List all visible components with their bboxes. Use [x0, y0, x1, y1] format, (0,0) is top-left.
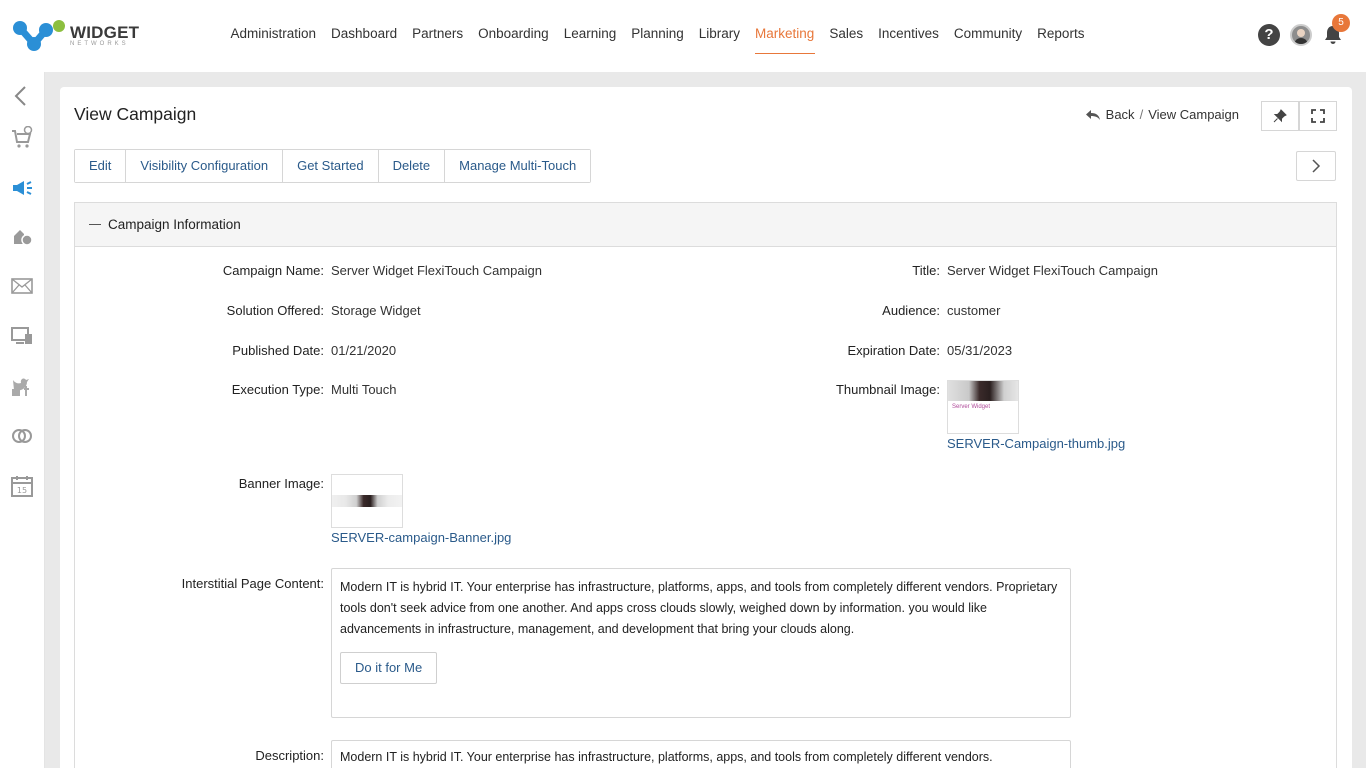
- published-label: Published Date:: [232, 343, 324, 358]
- description-text: Modern IT is hybrid IT. Your enterprise …: [340, 750, 993, 764]
- banner-label: Banner Image:: [238, 476, 324, 491]
- nav-item-partners[interactable]: Partners: [405, 0, 471, 72]
- back-link[interactable]: Back: [1106, 107, 1135, 122]
- nav-item-onboarding[interactable]: Onboarding: [471, 0, 557, 72]
- breadcrumb-separator: /: [1139, 107, 1144, 122]
- solution-label: Solution Offered:: [226, 303, 324, 318]
- description-content: Modern IT is hybrid IT. Your enterprise …: [331, 740, 1071, 768]
- devices-icon[interactable]: [10, 324, 34, 348]
- execution-label: Execution Type:: [231, 382, 324, 397]
- avatar[interactable]: [1290, 24, 1312, 46]
- expiration-value: 05/31/2023: [947, 343, 1013, 358]
- delete-button[interactable]: Delete: [378, 150, 446, 182]
- megaphone-icon[interactable]: [10, 176, 34, 200]
- main-nav: Administration Dashboard Partners Onboardin…: [223, 0, 1092, 72]
- interstitial-content: Modern IT is hybrid IT. Your enterprise …: [331, 568, 1071, 718]
- section-header[interactable]: Campaign Information: [75, 203, 1336, 247]
- link-icon[interactable]: [10, 424, 34, 448]
- campaign-info-section: Campaign Information Campaign Name: Serv…: [74, 202, 1337, 768]
- thumbnail-label: Thumbnail Image:: [835, 382, 940, 397]
- thumbnail-caption: Server Widget: [952, 404, 991, 410]
- fullscreen-icon: [1311, 109, 1325, 123]
- pin-icon: [1273, 109, 1287, 123]
- brand-name: WIDGET: [70, 23, 140, 42]
- execution-value: Multi Touch: [331, 382, 397, 397]
- manage-multi-touch-button[interactable]: Manage Multi-Touch: [445, 150, 591, 182]
- chevron-left-icon[interactable]: [10, 84, 34, 108]
- cart-add-icon[interactable]: [10, 125, 34, 150]
- nav-item-learning[interactable]: Learning: [556, 0, 624, 72]
- published-value: 01/21/2020: [331, 343, 397, 358]
- edit-button[interactable]: Edit: [75, 150, 127, 182]
- nav-item-planning[interactable]: Planning: [624, 0, 692, 72]
- top-icons: ? 5: [1258, 14, 1350, 46]
- page-title: View Campaign: [74, 104, 197, 124]
- nav-item-dashboard[interactable]: Dashboard: [324, 0, 405, 72]
- solution-value: Storage Widget: [331, 303, 421, 318]
- next-button[interactable]: [1296, 151, 1336, 181]
- left-sidebar: 15: [0, 72, 45, 768]
- reply-arrow-icon: [1085, 109, 1100, 120]
- banner-image[interactable]: [331, 474, 403, 528]
- incentive-icon[interactable]: [10, 224, 34, 248]
- social-icon[interactable]: [10, 374, 34, 398]
- thumbnail-file-link[interactable]: SERVER-Campaign-thumb.jpg: [947, 436, 1125, 451]
- nav-item-incentives[interactable]: Incentives: [871, 0, 947, 72]
- banner-file-link[interactable]: SERVER-campaign-Banner.jpg: [331, 530, 511, 545]
- nav-item-administration[interactable]: Administration: [223, 0, 324, 72]
- main-panel: View Campaign Back / View Campaign Edit V…: [60, 87, 1352, 768]
- description-label: Description:: [255, 748, 324, 763]
- audience-label: Audience:: [882, 303, 940, 318]
- calendar-icon[interactable]: 15: [10, 474, 34, 498]
- logo-mark-icon: [13, 20, 65, 51]
- pin-button[interactable]: [1261, 101, 1299, 131]
- brand-sub: NETWORKS: [70, 41, 129, 47]
- breadcrumb-current: View Campaign: [1148, 107, 1239, 122]
- collapse-icon: [89, 224, 101, 225]
- do-it-for-me-button[interactable]: Do it for Me: [340, 652, 438, 684]
- nav-item-reports[interactable]: Reports: [1030, 0, 1092, 72]
- interstitial-text: Modern IT is hybrid IT. Your enterprise …: [340, 580, 1058, 636]
- thumbnail-image[interactable]: Server Widget: [947, 380, 1019, 434]
- audience-value: customer: [947, 303, 1001, 318]
- get-started-button[interactable]: Get Started: [283, 150, 379, 182]
- nav-item-community[interactable]: Community: [946, 0, 1029, 72]
- nav-item-sales[interactable]: Sales: [822, 0, 871, 72]
- svg-text:15: 15: [17, 486, 27, 495]
- brand-logo[interactable]: WIDGET NETWORKS: [12, 18, 142, 54]
- expiration-label: Expiration Date:: [847, 343, 941, 358]
- notifications-bell[interactable]: 5: [1322, 14, 1350, 46]
- top-navbar: WIDGET NETWORKS Administration Dashboard P…: [0, 0, 1366, 72]
- fullscreen-button[interactable]: [1299, 101, 1337, 131]
- mail-icon[interactable]: [10, 274, 34, 298]
- nav-item-marketing[interactable]: Marketing: [748, 0, 822, 72]
- campaign-name-value: Server Widget FlexiTouch Campaign: [331, 263, 542, 278]
- help-icon[interactable]: ?: [1258, 24, 1280, 46]
- title-label: Title:: [912, 263, 940, 278]
- title-value: Server Widget FlexiTouch Campaign: [947, 263, 1158, 278]
- action-toolbar: Edit Visibility Configuration Get Started D…: [74, 149, 592, 183]
- notification-badge: 5: [1332, 14, 1350, 32]
- breadcrumb: Back / View Campaign: [1085, 107, 1239, 122]
- section-title: Campaign Information: [108, 217, 241, 232]
- campaign-name-label: Campaign Name:: [222, 263, 324, 278]
- interstitial-label: Interstitial Page Content:: [181, 576, 324, 591]
- nav-item-library[interactable]: Library: [691, 0, 747, 72]
- chevron-right-icon: [1312, 159, 1321, 173]
- visibility-configuration-button[interactable]: Visibility Configuration: [126, 150, 284, 182]
